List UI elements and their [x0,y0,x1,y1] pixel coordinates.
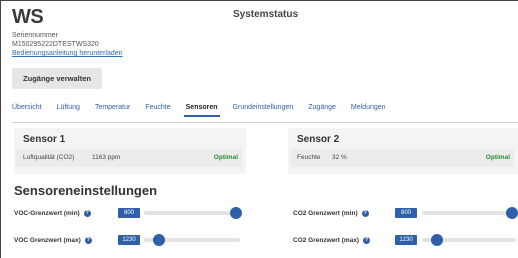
sensor2-value: 32 % [332,154,347,161]
serial-label: Seriennummer [12,32,58,39]
sensor2-title: Sensor 2 [297,134,340,145]
voc-min-value[interactable]: 800 [118,208,140,218]
co2-min-slider-track[interactable] [422,207,518,219]
co2-max-value[interactable]: 1230 [395,235,417,245]
co2-max-slider-thumb[interactable] [431,234,444,246]
tab-messages[interactable]: Meldungen [351,104,386,111]
manual-download-link[interactable]: Bedienungsanleitung herunterladen [12,50,123,57]
sensor1-value: 1163 ppm [92,154,121,161]
voc-min-label-text: VOC-Grenzwert (min) [14,210,80,218]
sensor1-title: Sensor 1 [23,134,66,145]
help-icon[interactable]: ? [363,237,371,244]
sensor2-label: Feuchte [297,154,321,161]
voc-max-slider-track[interactable] [144,234,240,246]
voc-max-value[interactable]: 1230 [118,235,140,245]
tab-humidity[interactable]: Feuchte [145,104,170,111]
device-title: WS [12,6,44,28]
sensor-settings-title: Sensoreneinstellungen [14,183,158,198]
voc-max-label-text: VOC Grenzwert (max) [14,237,81,245]
page-title: Systemstatus [233,9,299,20]
tab-sensors[interactable]: Sensoren [183,104,220,117]
co2-max-label-text: CO2 Grenzwert (max) [293,237,360,245]
tab-basic-settings[interactable]: Grundeinstellungen [233,104,294,111]
serial-number: M150295222DTESTWS320 [12,41,99,48]
tab-temperature[interactable]: Temperatur [95,104,130,111]
sensor2-panel: Sensor 2 Feuchte 32 % Optimal [288,128,518,174]
tab-ventilation[interactable]: Lüftung [57,104,80,111]
co2-min-label: CO2 Grenzwert (min)? [293,210,369,217]
co2-min-value[interactable]: 800 [395,208,417,218]
sensor1-label: Luftqualität (CO2) [23,154,75,161]
manage-access-button[interactable]: Zugänge verwalten [12,68,102,89]
sensor1-row: Luftqualität (CO2) 1163 ppm Optimal [16,149,242,167]
help-icon[interactable]: ? [361,210,369,217]
help-icon[interactable]: ? [84,237,92,244]
co2-max-slider-track[interactable] [422,234,516,246]
tab-bar: Übersicht Lüftung Temperatur Feuchte Sen… [12,104,401,117]
sensor1-panel: Sensor 1 Luftqualität (CO2) 1163 ppm Opt… [14,128,246,174]
co2-min-slider-thumb[interactable] [506,207,518,219]
voc-max-label: VOC Grenzwert (max)? [14,237,92,244]
sensor2-row: Feuchte 32 % Optimal [290,149,514,167]
voc-min-slider-track[interactable] [144,207,243,219]
sensor2-status: Optimal [485,154,510,161]
voc-min-label: VOC-Grenzwert (min)? [14,210,91,217]
co2-max-label: CO2 Grenzwert (max)? [293,237,371,245]
tab-overview[interactable]: Übersicht [12,104,42,111]
tab-access[interactable]: Zugänge [308,104,336,111]
sensor1-status: Optimal [213,154,238,161]
tab-divider [12,122,518,123]
help-icon[interactable]: ? [83,210,91,217]
co2-min-label-text: CO2 Grenzwert (min) [293,210,358,218]
